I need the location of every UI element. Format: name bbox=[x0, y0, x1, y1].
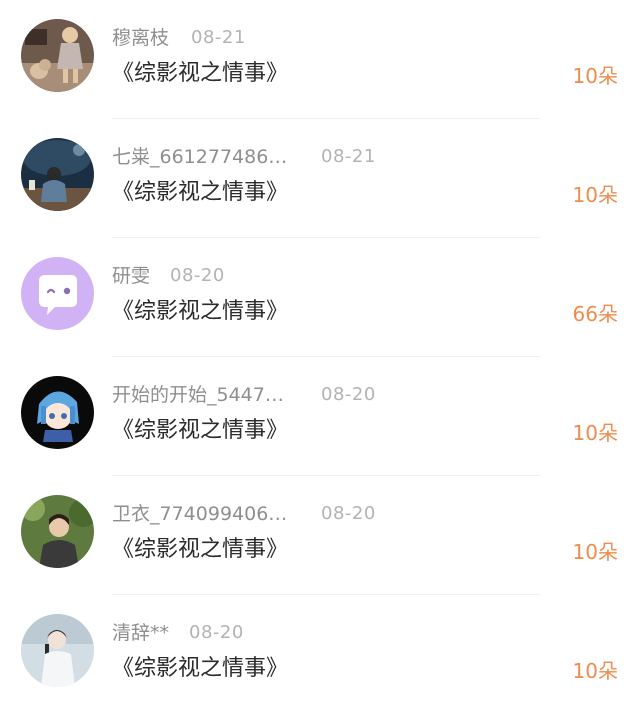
user-name[interactable]: 卫衣_774099406… bbox=[112, 501, 287, 527]
gift-record-list: 穆离枝 08-21 《综影视之情事》 10朵 七粜_661277486… 08-… bbox=[0, 0, 640, 705]
outdoor-portrait-avatar bbox=[21, 495, 94, 568]
girl-figure-avatar bbox=[21, 19, 94, 92]
record-date: 08-21 bbox=[191, 27, 246, 48]
list-item[interactable]: 七粜_661277486… 08-21 《综影视之情事》 10朵 bbox=[0, 119, 640, 238]
flower-count: 66朵 bbox=[572, 302, 618, 326]
user-name[interactable]: 开始的开始_5447… bbox=[112, 382, 284, 408]
night-scene-avatar bbox=[21, 138, 94, 211]
user-name[interactable]: 穆离枝 bbox=[112, 25, 169, 51]
record-date: 08-20 bbox=[321, 384, 376, 405]
list-item[interactable]: 研雯 08-20 《综影视之情事》 66朵 bbox=[0, 238, 640, 357]
record-date: 08-20 bbox=[189, 622, 244, 643]
list-item[interactable]: 卫衣_774099406… 08-20 《综影视之情事》 10朵 bbox=[0, 476, 640, 595]
avatar[interactable] bbox=[21, 614, 94, 687]
gift-book-title[interactable]: 《综影视之情事》 bbox=[112, 534, 288, 566]
flower-count: 10朵 bbox=[572, 540, 618, 564]
record-date: 08-20 bbox=[321, 503, 376, 524]
flower-count: 10朵 bbox=[572, 659, 618, 683]
user-name[interactable]: 清辞** bbox=[112, 620, 169, 646]
gift-book-title[interactable]: 《综影视之情事》 bbox=[112, 296, 288, 328]
flower-count: 10朵 bbox=[572, 183, 618, 207]
avatar[interactable] bbox=[21, 257, 94, 330]
user-name[interactable]: 研雯 bbox=[112, 263, 150, 289]
gift-book-title[interactable]: 《综影视之情事》 bbox=[112, 415, 288, 447]
avatar[interactable] bbox=[21, 19, 94, 92]
user-name[interactable]: 七粜_661277486… bbox=[112, 144, 287, 170]
flower-count: 10朵 bbox=[572, 64, 618, 88]
record-date: 08-20 bbox=[170, 265, 225, 286]
anime-character-avatar bbox=[21, 376, 94, 449]
chat-bubble-avatar bbox=[21, 257, 94, 330]
record-date: 08-21 bbox=[321, 146, 376, 167]
gift-book-title[interactable]: 《综影视之情事》 bbox=[112, 177, 288, 209]
list-item[interactable]: 穆离枝 08-21 《综影视之情事》 10朵 bbox=[0, 0, 640, 119]
list-item[interactable]: 开始的开始_5447… 08-20 《综影视之情事》 10朵 bbox=[0, 357, 640, 476]
gift-book-title[interactable]: 《综影视之情事》 bbox=[112, 58, 288, 90]
list-item[interactable]: 清辞** 08-20 《综影视之情事》 10朵 bbox=[0, 595, 640, 705]
snow-portrait-avatar bbox=[21, 614, 94, 687]
gift-book-title[interactable]: 《综影视之情事》 bbox=[112, 653, 288, 685]
avatar[interactable] bbox=[21, 138, 94, 211]
avatar[interactable] bbox=[21, 495, 94, 568]
flower-count: 10朵 bbox=[572, 421, 618, 445]
avatar[interactable] bbox=[21, 376, 94, 449]
